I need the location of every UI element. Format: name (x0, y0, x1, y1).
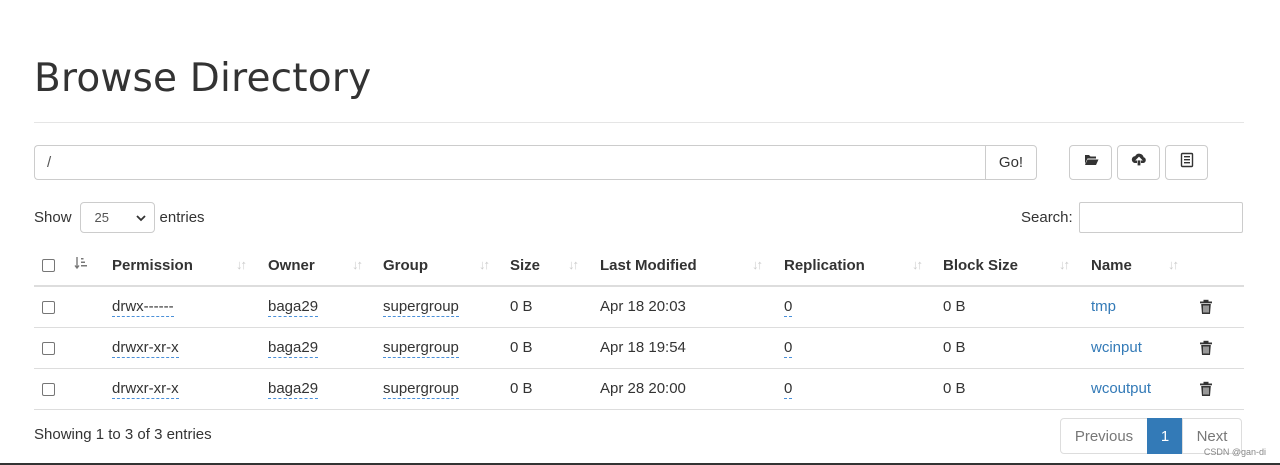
column-label: Owner (268, 256, 315, 274)
directory-table: Permission ↓↑ Owner ↓↑ Group ↓↑ Size ↓↑ Last… (34, 245, 1244, 410)
trash-icon (1199, 298, 1213, 315)
table-row: drwxr-xr-x baga29 supergroup 0 B Apr 18 … (34, 327, 1244, 369)
column-header-block-size[interactable]: Block Size ↓↑ (943, 245, 1091, 287)
delete-button[interactable] (1199, 286, 1244, 328)
size-value: 0 B (510, 286, 600, 328)
column-header-group[interactable]: Group ↓↑ (383, 245, 510, 287)
entries-per-page-value: 25 (94, 209, 109, 225)
column-label: Permission (112, 256, 193, 274)
column-header-replication[interactable]: Replication ↓↑ (784, 245, 943, 287)
show-label: Show (34, 208, 72, 226)
previous-page-button[interactable]: Previous (1060, 418, 1148, 454)
toolbar (1069, 145, 1208, 180)
sort-amount-icon (74, 257, 88, 274)
list-icon (1179, 152, 1195, 173)
sort-both-icon: ↓↑ (912, 257, 923, 272)
column-label: Name (1091, 256, 1132, 274)
path-input[interactable] (34, 145, 985, 180)
sort-both-icon: ↓↑ (752, 257, 763, 272)
row-checkbox[interactable] (42, 341, 55, 355)
sort-both-icon: ↓↑ (236, 257, 247, 272)
upload-icon (1131, 152, 1147, 173)
entries-per-page-select[interactable]: 25 (79, 201, 155, 233)
path-bar: Go! (34, 145, 1037, 180)
replication-value[interactable]: 0 (784, 298, 793, 318)
chevron-down-icon (135, 210, 146, 225)
sort-both-icon: ↓↑ (568, 257, 579, 272)
owner-value[interactable]: baga29 (268, 380, 319, 399)
name-link[interactable]: wcinput (1091, 339, 1142, 356)
table-row: drwxr-xr-x baga29 supergroup 0 B Apr 28 … (34, 368, 1244, 410)
name-link[interactable]: wcoutput (1091, 380, 1151, 397)
column-header-owner[interactable]: Owner ↓↑ (268, 245, 383, 287)
last-modified-value: Apr 18 20:03 (600, 286, 784, 328)
replication-value[interactable]: 0 (784, 339, 793, 358)
column-header-name[interactable]: Name ↓↑ (1091, 245, 1199, 287)
trash-icon (1199, 339, 1213, 356)
size-value: 0 B (510, 368, 600, 410)
select-all-checkbox[interactable] (42, 259, 55, 273)
sort-header[interactable] (74, 245, 112, 287)
table-info: Showing 1 to 3 of 3 entries (34, 426, 212, 443)
column-label: Last Modified (600, 256, 697, 274)
column-label: Replication (784, 256, 865, 274)
sort-both-icon: ↓↑ (1059, 257, 1070, 272)
watermark: CSDN @gan-di (1203, 447, 1266, 457)
permission-value[interactable]: drwxr-xr-x (112, 380, 179, 399)
replication-value[interactable]: 0 (784, 380, 793, 399)
search-label: Search: (1021, 209, 1073, 226)
search-control: Search: (1021, 202, 1243, 233)
group-value[interactable]: supergroup (383, 380, 459, 399)
last-modified-value: Apr 18 19:54 (600, 327, 784, 369)
folder-open-icon (1083, 152, 1099, 173)
cut-paste-button[interactable] (1165, 145, 1208, 180)
size-value: 0 B (510, 327, 600, 369)
table-row: drwx------ baga29 supergroup 0 B Apr 18 … (34, 286, 1244, 328)
block-size-value: 0 B (943, 286, 1091, 328)
sort-both-icon: ↓↑ (1168, 257, 1179, 272)
delete-button[interactable] (1199, 327, 1244, 369)
row-checkbox[interactable] (42, 382, 55, 396)
name-link[interactable]: tmp (1091, 298, 1116, 315)
column-header-size[interactable]: Size ↓↑ (510, 245, 600, 287)
group-value[interactable]: supergroup (383, 339, 459, 358)
entries-length-control: Show 25 entries (34, 201, 205, 233)
trash-icon (1199, 380, 1213, 397)
upload-button[interactable] (1117, 145, 1160, 180)
select-all-header (34, 245, 74, 287)
table-header-row: Permission ↓↑ Owner ↓↑ Group ↓↑ Size ↓↑ Last… (34, 245, 1244, 287)
go-button[interactable]: Go! (985, 145, 1037, 180)
sort-both-icon: ↓↑ (479, 257, 490, 272)
title-divider (34, 122, 1244, 123)
owner-value[interactable]: baga29 (268, 298, 319, 318)
block-size-value: 0 B (943, 327, 1091, 369)
column-header-last-modified[interactable]: Last Modified ↓↑ (600, 245, 784, 287)
last-modified-value: Apr 28 20:00 (600, 368, 784, 410)
column-label: Group (383, 256, 428, 274)
search-input[interactable] (1078, 202, 1243, 233)
column-header-permission[interactable]: Permission ↓↑ (112, 245, 268, 287)
owner-value[interactable]: baga29 (268, 339, 319, 358)
row-checkbox[interactable] (42, 300, 55, 314)
permission-value[interactable]: drwxr-xr-x (112, 339, 179, 358)
block-size-value: 0 B (943, 368, 1091, 410)
page-1-button[interactable]: 1 (1147, 418, 1183, 454)
column-label: Size (510, 256, 541, 274)
entries-label: entries (159, 208, 205, 226)
create-directory-button[interactable] (1069, 145, 1112, 180)
group-value[interactable]: supergroup (383, 298, 459, 318)
column-label: Block Size (943, 256, 1019, 274)
delete-button[interactable] (1199, 368, 1244, 410)
permission-value[interactable]: drwx------ (112, 298, 174, 318)
actions-header (1199, 245, 1244, 287)
sort-both-icon: ↓↑ (352, 257, 363, 272)
page-title: Browse Directory (34, 56, 372, 101)
